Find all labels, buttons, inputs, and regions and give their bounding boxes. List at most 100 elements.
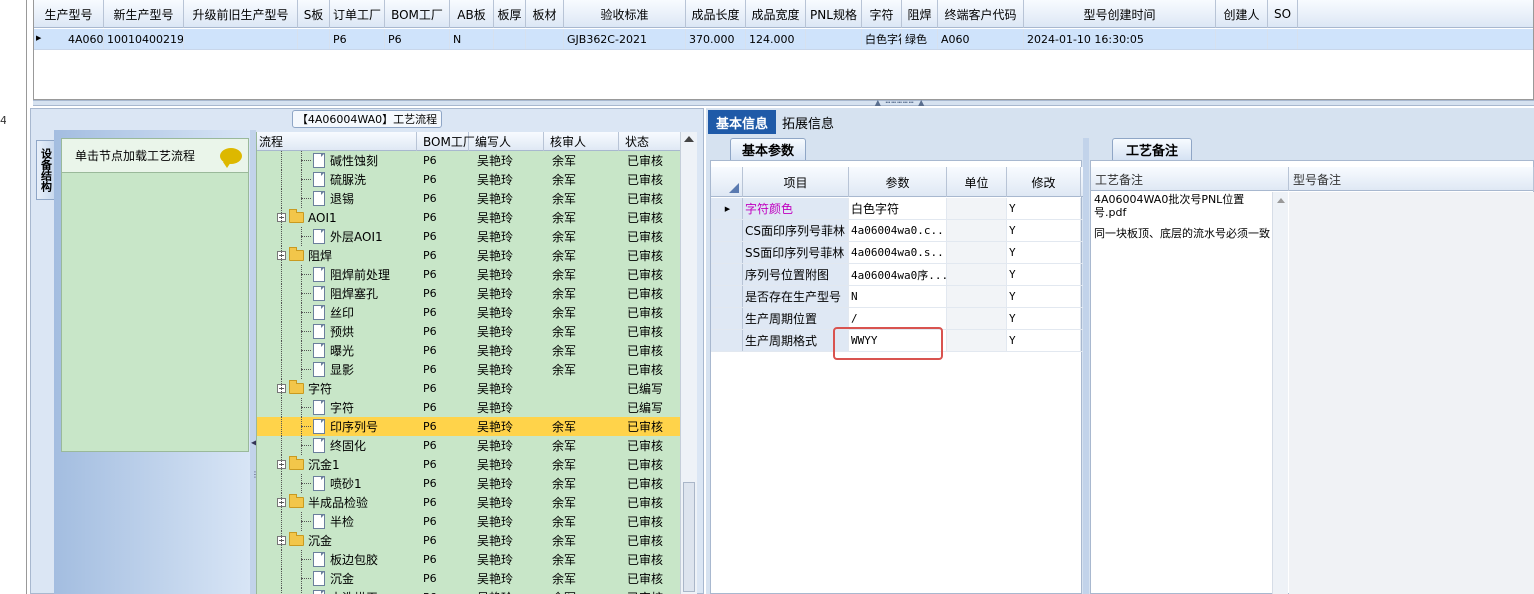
tree-node[interactable]: 阻焊塞孔: [257, 284, 417, 303]
tree-node[interactable]: 水洗烘干: [257, 588, 417, 594]
tree-row[interactable]: 终固化 P6 吴艳玲 余军 已审核: [257, 436, 680, 455]
scroll-up-icon[interactable]: [1277, 198, 1285, 203]
tree-node[interactable]: 半检: [257, 512, 417, 531]
tree-row[interactable]: − 字符 P6 吴艳玲 已编写: [257, 379, 680, 398]
tree-node[interactable]: 阻焊前处理: [257, 265, 417, 284]
param-cell-unit[interactable]: [947, 286, 1007, 307]
param-cell-value[interactable]: 4a06004wa0.s...: [849, 242, 947, 263]
tree-node[interactable]: − 沉金: [257, 531, 417, 550]
tab-equipment-structure[interactable]: 设备结构: [36, 140, 54, 200]
param-cell-mod[interactable]: Y: [1007, 220, 1081, 241]
tree-node[interactable]: 曝光: [257, 341, 417, 360]
grid-cell[interactable]: 2024-01-10 16:30:05: [1024, 29, 1216, 49]
tree-node[interactable]: 外层AOI1: [257, 227, 417, 246]
tree-row[interactable]: 外层AOI1 P6 吴艳玲 余军 已审核: [257, 227, 680, 246]
column-header[interactable]: 创建人: [1216, 0, 1268, 28]
column-header[interactable]: 验收标准: [564, 0, 686, 28]
grid-cell[interactable]: 124.000: [746, 29, 806, 49]
column-header[interactable]: AB板: [450, 0, 494, 28]
notes-scrollbar[interactable]: [1272, 192, 1288, 594]
tree-row[interactable]: 显影 P6 吴艳玲 余军 已审核: [257, 360, 680, 379]
process-tree[interactable]: 流程 BOM工厂 编写人 核审人 状态 碱性蚀刻 P6 吴艳玲 余军 已审核 硫脲洗 P6 吴艳玲 余军…: [256, 132, 680, 594]
horizontal-splitter[interactable]: [33, 100, 1534, 106]
tree-row[interactable]: 印序列号 P6 吴艳玲 余军 已审核: [257, 417, 680, 436]
grid-cell[interactable]: [1268, 29, 1298, 49]
grid-cell[interactable]: P6: [385, 29, 450, 49]
column-header[interactable]: BOM工厂: [385, 0, 450, 28]
column-header[interactable]: 型号创建时间: [1024, 0, 1216, 28]
param-header[interactable]: 修改: [1007, 167, 1081, 197]
param-row[interactable]: 序列号位置附图 4a06004wa0序... Y: [711, 264, 1083, 286]
process-note-cell[interactable]: 4A06004WA0批次号PNL位置号.pdf 同一块板顶、底层的流水号必须一致: [1094, 193, 1270, 240]
grid-cell[interactable]: [184, 29, 298, 49]
tree-node[interactable]: − 阻焊: [257, 246, 417, 265]
param-cell-value[interactable]: 4a06004wa0.c...: [849, 220, 947, 241]
tree-row[interactable]: 碱性蚀刻 P6 吴艳玲 余军 已审核: [257, 151, 680, 170]
param-cell-mod[interactable]: Y: [1007, 286, 1081, 307]
grid-cell[interactable]: [298, 29, 330, 49]
param-cell-unit[interactable]: [947, 330, 1007, 351]
tree-node[interactable]: − AOI1: [257, 208, 417, 227]
column-header[interactable]: 升级前旧生产型号: [184, 0, 298, 28]
param-cell-value[interactable]: /: [849, 308, 947, 329]
tree-node[interactable]: 板边包胶: [257, 550, 417, 569]
tree-node[interactable]: 终固化: [257, 436, 417, 455]
column-header[interactable]: 成品宽度: [746, 0, 806, 28]
params-grid[interactable]: 项目 参数 单位 修改 ▶ 字符颜色 白色字符 Y CS面印序列号菲林 4a06004wa0.c…: [710, 160, 1083, 594]
tree-node[interactable]: 喷砂1: [257, 474, 417, 493]
grid-cell[interactable]: N: [450, 29, 494, 49]
grid-cell[interactable]: [1216, 29, 1268, 49]
tree-node[interactable]: 显影: [257, 360, 417, 379]
tree-row[interactable]: 预烘 P6 吴艳玲 余军 已审核: [257, 322, 680, 341]
tab-basic-info[interactable]: 基本信息: [708, 110, 776, 134]
param-cell-unit[interactable]: [947, 264, 1007, 285]
column-header[interactable]: PNL规格: [806, 0, 862, 28]
tree-row[interactable]: 字符 P6 吴艳玲 已编写: [257, 398, 680, 417]
column-header[interactable]: 终端客户代码: [938, 0, 1024, 28]
param-cell-mod[interactable]: Y: [1007, 330, 1081, 351]
grid-cell[interactable]: 绿色: [902, 29, 938, 49]
tree-row[interactable]: − 沉金 P6 吴艳玲 余军 已审核: [257, 531, 680, 550]
column-header[interactable]: 生产型号: [34, 0, 104, 28]
column-header[interactable]: 成品长度: [686, 0, 746, 28]
scroll-thumb[interactable]: [683, 482, 695, 592]
tree-node[interactable]: 印序列号: [257, 417, 417, 436]
tree-node[interactable]: 碱性蚀刻: [257, 151, 417, 170]
column-header[interactable]: 板厚: [494, 0, 526, 28]
tree-header[interactable]: 核审人: [544, 132, 619, 151]
grid-cell[interactable]: GJB362C-2021: [564, 29, 686, 49]
tree-header[interactable]: 状态: [619, 132, 680, 151]
tree-row[interactable]: 沉金 P6 吴艳玲 余军 已审核: [257, 569, 680, 588]
param-row[interactable]: 是否存在生产型号 N Y: [711, 286, 1083, 308]
param-row[interactable]: ▶ 字符颜色 白色字符 Y: [711, 198, 1083, 220]
tree-row[interactable]: 阻焊塞孔 P6 吴艳玲 余军 已审核: [257, 284, 680, 303]
tree-row[interactable]: 曝光 P6 吴艳玲 余军 已审核: [257, 341, 680, 360]
tree-node[interactable]: 沉金: [257, 569, 417, 588]
tab-extended-info[interactable]: 拓展信息: [778, 110, 838, 134]
param-header[interactable]: 项目: [743, 167, 849, 197]
column-header[interactable]: 阻焊: [902, 0, 938, 28]
product-grid[interactable]: 生产型号 新生产型号 升级前旧生产型号 S板 订单工厂 BOM工厂 AB板 板厚 板材 验收标准成…: [33, 0, 1534, 100]
right-splitter[interactable]: [1083, 138, 1089, 594]
tree-row[interactable]: 喷砂1 P6 吴艳玲 余军 已审核: [257, 474, 680, 493]
grid-cell[interactable]: [494, 29, 526, 49]
tree-row[interactable]: − 沉金1 P6 吴艳玲 余军 已审核: [257, 455, 680, 474]
tree-node[interactable]: − 沉金1: [257, 455, 417, 474]
tree-scrollbar[interactable]: [680, 132, 697, 594]
splitter-grip-icon[interactable]: ▲ ┅┅┅┅┅ ▲: [868, 99, 932, 107]
tree-row[interactable]: − 阻焊 P6 吴艳玲 余军 已审核: [257, 246, 680, 265]
tab-basic-params[interactable]: 基本参数: [730, 138, 806, 160]
tree-header[interactable]: 编写人: [469, 132, 544, 151]
tree-row[interactable]: 水洗烘干 P6吴艳玲余军已审核: [257, 588, 680, 594]
grid-cell[interactable]: [806, 29, 862, 49]
column-header[interactable]: S板: [298, 0, 330, 28]
scroll-up-icon[interactable]: [684, 136, 694, 142]
param-cell-value[interactable]: 白色字符: [849, 198, 947, 219]
tree-node[interactable]: − 半成品检验: [257, 493, 417, 512]
tree-row[interactable]: 丝印 P6 吴艳玲 余军 已审核: [257, 303, 680, 322]
param-cell-unit[interactable]: [947, 220, 1007, 241]
tab-process-notes[interactable]: 工艺备注: [1112, 138, 1192, 160]
param-row[interactable]: SS面印序列号菲林 4a06004wa0.s... Y: [711, 242, 1083, 264]
tree-row[interactable]: 退锡 P6 吴艳玲 余军 已审核: [257, 189, 680, 208]
grid-cell[interactable]: 4A06004WA0: [34, 29, 104, 49]
